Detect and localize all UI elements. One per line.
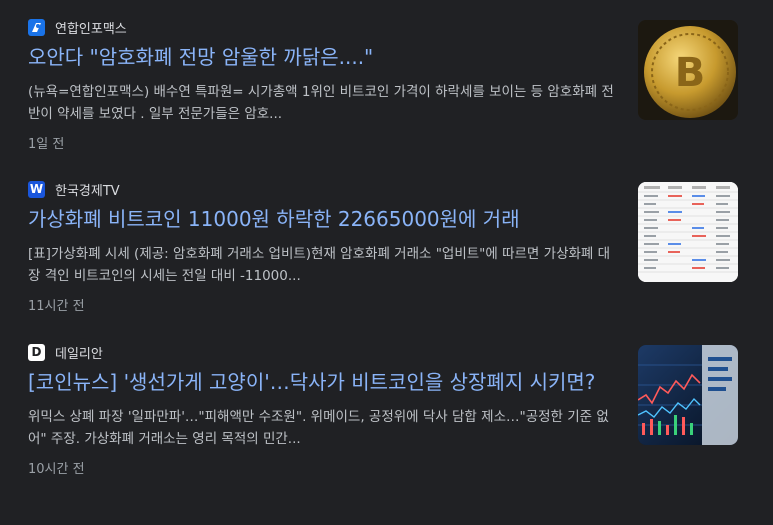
news-title-link[interactable]: 가상화폐 비트코인 11000원 하락한 22665000원에 거래 [28, 205, 620, 233]
news-source[interactable]: 연합인포맥스 [28, 18, 620, 37]
bitcoin-coin-image[interactable]: B [638, 20, 738, 120]
news-card-text: W 한국경제TV 가상화폐 비트코인 11000원 하락한 22665000원에… [28, 180, 620, 314]
news-source[interactable]: D 데일리안 [28, 343, 620, 362]
dailian-logo-icon: D [28, 343, 45, 361]
news-source[interactable]: W 한국경제TV [28, 180, 620, 199]
price-table-image[interactable] [638, 182, 738, 282]
news-card-text: D 데일리안 [코인뉴스] '생선가게 고양이'…닥사가 비트코인을 상장폐지 … [28, 343, 620, 477]
news-time: 11시간 전 [28, 299, 85, 314]
trading-chart-image[interactable] [638, 345, 738, 445]
news-time: 1일 전 [28, 137, 65, 152]
wowtv-logo-icon: W [28, 180, 45, 198]
news-title-link[interactable]: 오안다 "암호화폐 전망 암울한 까닭은...." [28, 43, 620, 71]
news-snippet: 위믹스 상폐 파장 '일파만파'…"피해액만 수조원". 위메이드, 공정위에 … [28, 409, 609, 447]
news-source-name: 데일리안 [55, 346, 103, 362]
news-card-text: 연합인포맥스 오안다 "암호화폐 전망 암울한 까닭은...." (뉴욕=연합인… [28, 18, 620, 152]
news-snippet: [표]가상화폐 시세 (제공: 암호화폐 거래소 업비트)현재 암호화폐 거래소… [28, 246, 611, 284]
news-source-name: 한국경제TV [55, 183, 120, 199]
news-title-link[interactable]: [코인뉴스] '생선가게 고양이'…닥사가 비트코인을 상장폐지 시키면? [28, 368, 620, 396]
svg-text:B: B [675, 50, 706, 96]
news-source-name: 연합인포맥스 [55, 21, 127, 37]
news-time: 10시간 전 [28, 462, 85, 477]
news-feed: 연합인포맥스 오안다 "암호화폐 전망 암울한 까닭은...." (뉴욕=연합인… [0, 0, 773, 525]
news-snippet: (뉴욕=연합인포맥스) 배수연 특파원= 시가총액 1위인 비트코인 가격이 하… [28, 84, 614, 122]
yonhap-infomax-logo-icon [28, 18, 45, 36]
